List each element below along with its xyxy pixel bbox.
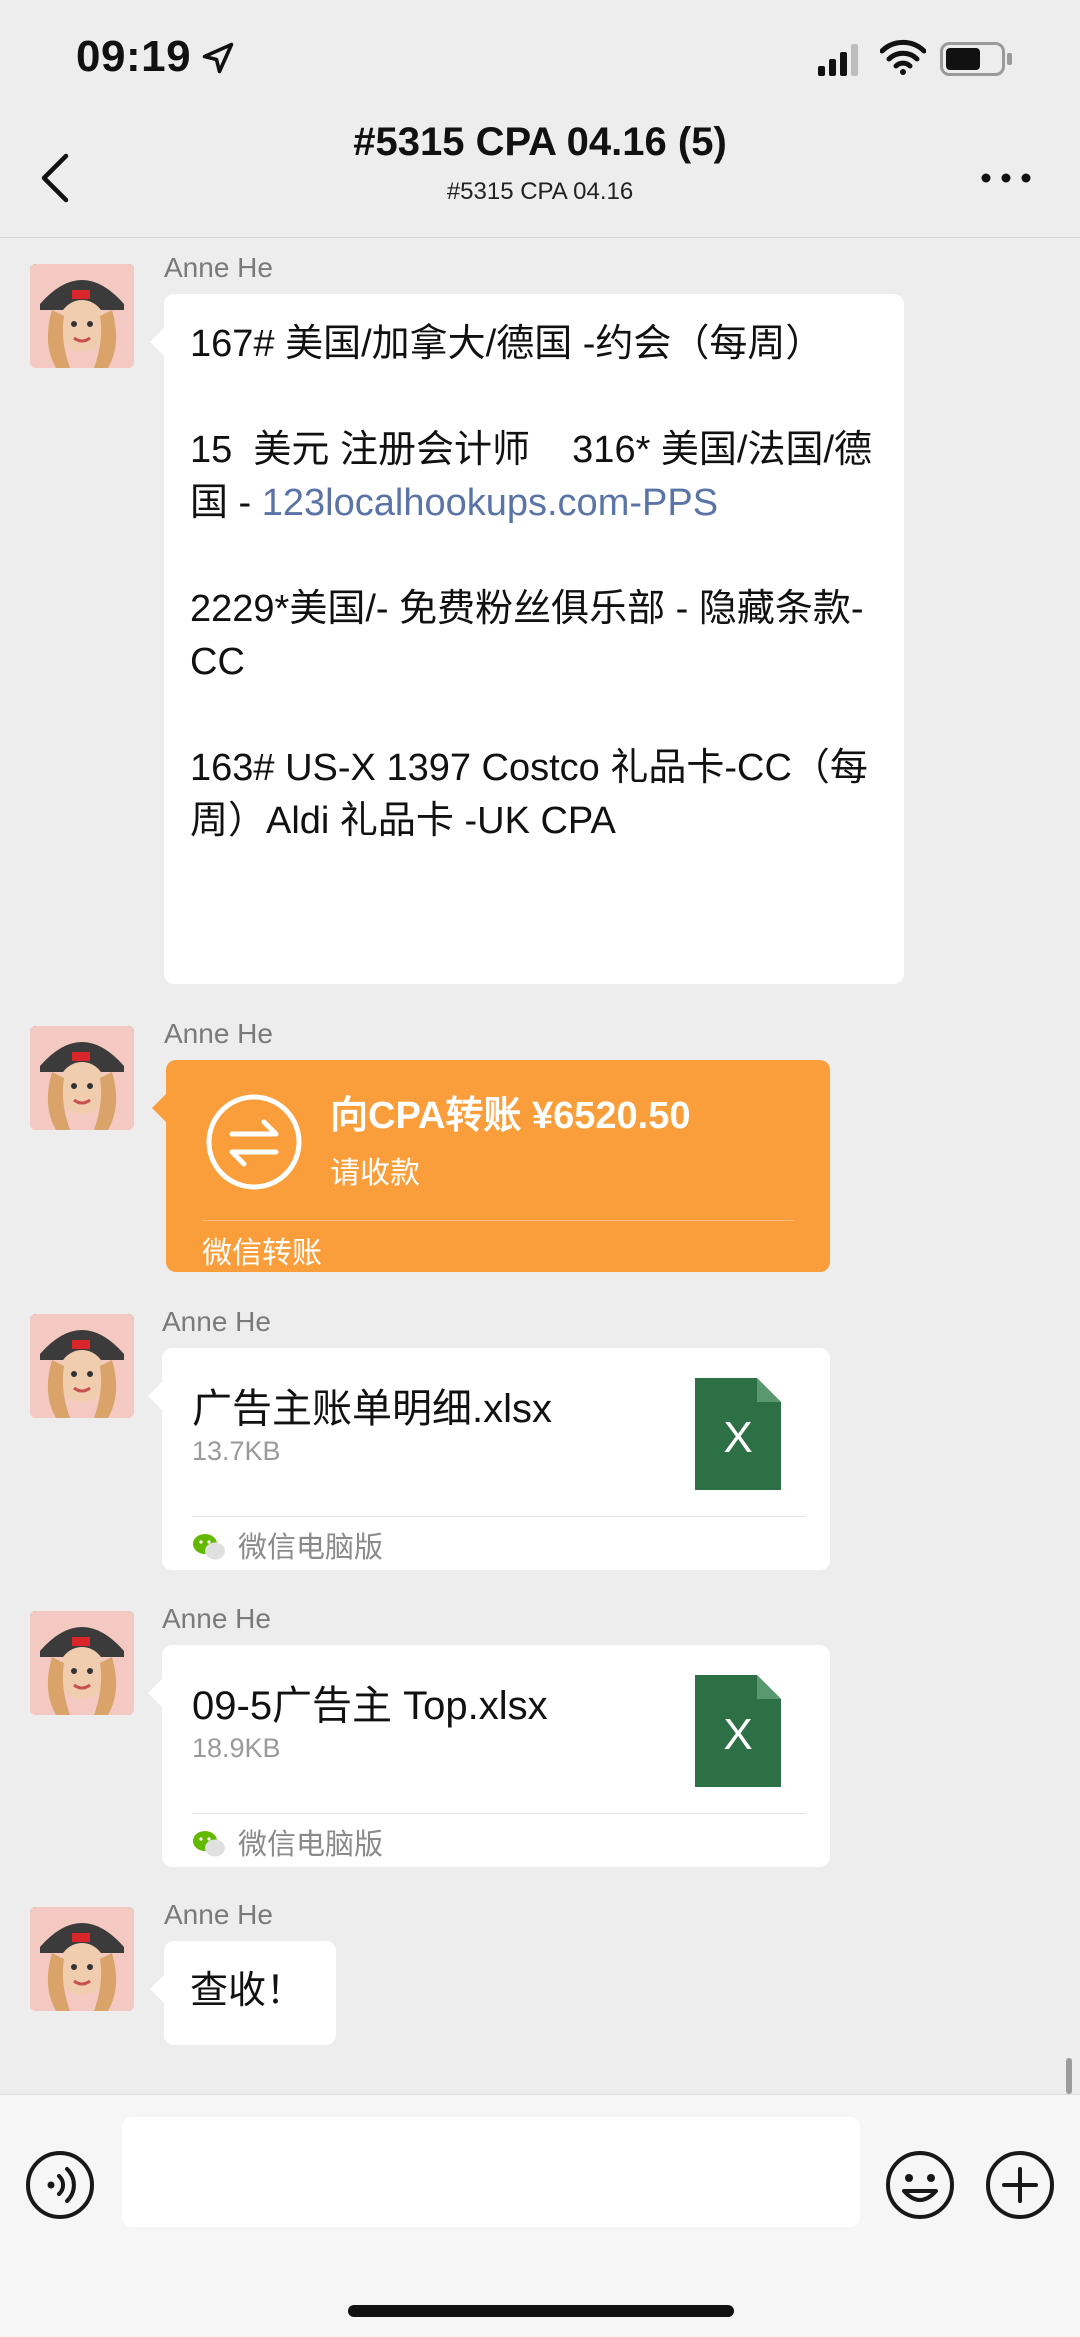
file-source: 微信电脑版	[238, 1829, 384, 1861]
location-arrow-icon	[202, 42, 234, 74]
input-bar	[0, 2094, 1080, 2337]
transfer-icon	[206, 1094, 302, 1190]
file-name: 广告主账单明细.xlsx	[192, 1387, 552, 1431]
avatar-image-icon	[30, 1026, 134, 1130]
wechat-icon	[193, 1831, 225, 1857]
transfer-status: 请收款	[330, 1157, 420, 1190]
message-link[interactable]: 123localhookups.com-PPS	[262, 482, 718, 524]
scroll-indicator[interactable]	[1066, 2058, 1072, 2094]
excel-icon-letter: X	[723, 1710, 752, 1759]
sender-name: Anne He	[164, 1899, 273, 1930]
message-text-part: 2229*美国/- 免费粉丝俱乐部 - 隐藏条款-CC 163# US-X 13…	[190, 588, 868, 842]
excel-icon-letter: X	[723, 1413, 752, 1462]
file-size: 13.7KB	[192, 1436, 281, 1466]
chat-subtitle: #5315 CPA 04.16	[446, 178, 634, 205]
avatar-image-icon	[30, 1611, 134, 1715]
divider	[202, 1220, 794, 1221]
message-text: 查收！	[190, 1970, 305, 2012]
avatar-image-icon	[30, 264, 134, 368]
excel-file-icon: X	[695, 1378, 781, 1490]
file-card[interactable]: 广告主账单明细.xlsx 13.7KB X 微信电脑版	[148, 1348, 830, 1570]
sender-name: Anne He	[162, 1306, 271, 1337]
file-name: 09-5广告主 Top.xlsx	[192, 1684, 548, 1728]
wifi-icon	[880, 39, 926, 75]
sender-name: Anne He	[164, 252, 273, 283]
excel-file-icon: X	[695, 1675, 781, 1787]
message-input[interactable]	[122, 2117, 860, 2227]
more-options-icon[interactable]	[980, 170, 1032, 186]
avatar[interactable]	[30, 264, 134, 368]
divider	[192, 1813, 806, 1814]
avatar[interactable]	[30, 1026, 134, 1130]
transfer-footer: 微信转账	[202, 1237, 322, 1270]
chat-title: #5315 CPA 04.16 (5)	[353, 120, 727, 164]
avatar[interactable]	[30, 1907, 134, 2011]
cellular-signal-icon	[818, 44, 858, 76]
status-time: 09:19	[76, 32, 192, 81]
voice-input-icon[interactable]	[24, 2149, 96, 2221]
chat-header: #5315 CPA 04.16 (5) #5315 CPA 04.16	[0, 120, 1080, 238]
battery-icon	[940, 42, 1012, 76]
status-bar: 09:19	[0, 0, 1080, 120]
file-card[interactable]: 09-5广告主 Top.xlsx 18.9KB X 微信电脑版	[148, 1645, 830, 1867]
avatar[interactable]	[30, 1611, 134, 1715]
divider	[192, 1516, 806, 1517]
sender-name: Anne He	[162, 1603, 271, 1634]
file-source: 微信电脑版	[238, 1532, 384, 1564]
sender-name: Anne He	[164, 1018, 273, 1049]
file-size: 18.9KB	[192, 1733, 281, 1763]
wechat-icon	[193, 1534, 225, 1560]
plus-icon[interactable]	[984, 2149, 1056, 2221]
transfer-amount: 向CPA转账 ¥6520.50	[330, 1095, 691, 1137]
avatar-image-icon	[30, 1314, 134, 1418]
message-text: 167# 美国/加拿大/德国 -约会（每周） 15 美元 注册会计师 316* …	[190, 318, 878, 848]
text-message-bubble[interactable]: 167# 美国/加拿大/德国 -约会（每周） 15 美元 注册会计师 316* …	[150, 294, 904, 984]
home-indicator[interactable]	[348, 2305, 734, 2317]
text-message-bubble[interactable]: 查收！	[150, 1941, 336, 2045]
transfer-card[interactable]: 向CPA转账 ¥6520.50 请收款 微信转账	[152, 1060, 830, 1272]
avatar[interactable]	[30, 1314, 134, 1418]
emoji-icon[interactable]	[884, 2149, 956, 2221]
avatar-image-icon	[30, 1907, 134, 2011]
